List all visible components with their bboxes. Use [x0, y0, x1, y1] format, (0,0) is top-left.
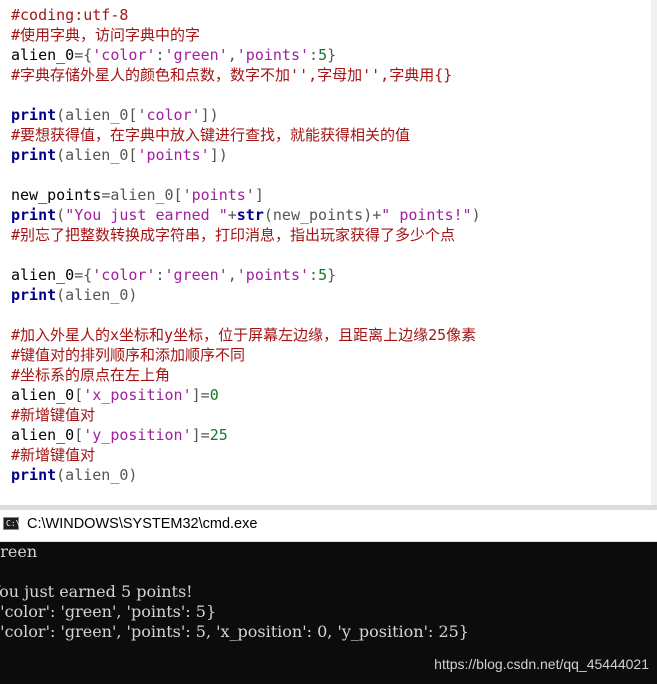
code-token: (: [56, 206, 66, 224]
code-token: #新增键值对: [11, 446, 96, 464]
code-line: #新增键值对: [11, 445, 95, 465]
code-token: 'points': [182, 186, 255, 204]
code-token: #coding:utf-8: [11, 6, 129, 24]
code-token: }: [327, 266, 337, 284]
code-line: print(alien_0['points']): [11, 145, 228, 165]
code-line: #字典存储外星人的颜色和点数，数字不加'',字母加'',字典用{}: [11, 65, 452, 85]
code-token: #键值对的排列顺序和添加顺序不同: [11, 346, 246, 364]
code-token: ={: [74, 46, 93, 64]
code-editor[interactable]: #coding:utf-8 #使用字典，访问字典中的字 alien_0={'colo…: [0, 0, 657, 505]
code-token: 'green': [164, 46, 228, 64]
code-token: 5: [318, 266, 328, 284]
code-token: 'color': [137, 106, 201, 124]
cmd-title: C:\WINDOWS\SYSTEM32\cmd.exe: [27, 516, 258, 532]
code-line: #使用字典，访问字典中的字: [11, 25, 200, 45]
code-token: alien_0: [11, 426, 75, 444]
code-line: #新增键值对: [11, 405, 95, 425]
code-line: alien_0['y_position']=25: [11, 425, 228, 445]
code-token: " points!": [381, 206, 472, 224]
code-token: alien_0: [11, 386, 75, 404]
code-token: alien_0: [11, 46, 75, 64]
code-token: 'points': [236, 266, 310, 284]
watermark: https://blog.csdn.net/qq_45444021: [434, 656, 649, 672]
code-token: #加入外星人的x坐标和y坐标，位于屏幕左边缘，且距离上边缘25像素: [11, 326, 477, 344]
code-token: ={: [74, 266, 93, 284]
code-token: alien_0: [11, 266, 75, 284]
console-line: green: [0, 542, 38, 561]
code-token: ]=: [191, 386, 210, 404]
code-token: :: [309, 46, 319, 64]
code-token: ]=: [191, 426, 210, 444]
code-token: "You just earned ": [65, 206, 228, 224]
cmd-window-icon: C:\: [3, 517, 21, 530]
code-token: :: [155, 46, 165, 64]
code-token: #新增键值对: [11, 406, 96, 424]
code-token: 'green': [164, 266, 228, 284]
code-token: =alien_0[: [101, 186, 183, 204]
editor-scrollbar[interactable]: [651, 0, 657, 505]
code-token: print: [11, 146, 57, 164]
code-line: print(alien_0): [11, 465, 137, 485]
code-line: #要想获得值，在字典中放入键进行查找，就能获得相关的值: [11, 125, 410, 145]
code-token: ,: [227, 266, 237, 284]
code-token: (alien_0): [56, 286, 138, 304]
code-token: print: [11, 206, 57, 224]
code-token: (alien_0[: [56, 146, 138, 164]
code-token: 'points': [137, 146, 210, 164]
code-line: new_points=alien_0['points']: [11, 185, 264, 205]
code-line: #加入外星人的x坐标和y坐标，位于屏幕左边缘，且距离上边缘25像素: [11, 325, 476, 345]
code-line: alien_0['x_position']=0: [11, 385, 219, 405]
code-token: 'x_position': [83, 386, 192, 404]
code-token: print: [11, 106, 57, 124]
code-token: #别忘了把整数转换成字符串，打印消息，指出玩家获得了多少个点: [11, 226, 456, 244]
code-token: (alien_0): [56, 466, 138, 484]
cmd-icon-glyph: C:\: [6, 519, 21, 528]
code-token: ]: [254, 186, 264, 204]
code-token: #要想获得值，在字典中放入键进行查找，就能获得相关的值: [11, 126, 411, 144]
code-token: str: [236, 206, 264, 224]
code-line: alien_0={'color':'green','points':5}: [11, 265, 336, 285]
code-line: print(alien_0): [11, 285, 137, 305]
code-line: alien_0={'color':'green','points':5}: [11, 45, 336, 65]
console-line: {'color': 'green', 'points': 5, 'x_posit…: [0, 622, 469, 641]
code-token: print: [11, 286, 57, 304]
code-token: #字典存储外星人的颜色和点数，数字不加'',字母加'',字典用{}: [11, 66, 453, 84]
code-token: ]): [209, 146, 228, 164]
code-token: (new_points)+: [263, 206, 382, 224]
code-token: #坐标系的原点在左上角: [11, 366, 171, 384]
code-token: ): [471, 206, 481, 224]
code-token: print: [11, 466, 57, 484]
code-line: #键值对的排列顺序和添加顺序不同: [11, 345, 245, 365]
console-line: You just earned 5 points!: [0, 582, 193, 601]
code-token: 'points': [236, 46, 310, 64]
code-token: :: [155, 266, 165, 284]
code-token: +: [227, 206, 237, 224]
code-token: ]): [200, 106, 219, 124]
code-token: 'color': [92, 46, 156, 64]
code-token: (alien_0[: [56, 106, 138, 124]
code-token: 5: [318, 46, 328, 64]
code-token: [: [74, 426, 84, 444]
code-token: 'color': [92, 266, 156, 284]
code-line: #别忘了把整数转换成字符串，打印消息，指出玩家获得了多少个点: [11, 225, 455, 245]
code-token: ,: [227, 46, 237, 64]
code-token: 0: [209, 386, 219, 404]
code-token: :: [309, 266, 319, 284]
code-token: new_points: [11, 186, 102, 204]
code-line: #坐标系的原点在左上角: [11, 365, 170, 385]
console-output[interactable]: green 5 You just earned 5 points! {'colo…: [0, 542, 657, 684]
code-token: }: [327, 46, 337, 64]
console-line: {'color': 'green', 'points': 5}: [0, 602, 217, 621]
cmd-titlebar[interactable]: C:\ C:\WINDOWS\SYSTEM32\cmd.exe: [0, 510, 657, 542]
code-token: 'y_position': [83, 426, 192, 444]
code-line: print("You just earned "+str(new_points)…: [11, 205, 481, 225]
code-line: #coding:utf-8: [11, 5, 128, 25]
code-token: [: [74, 386, 84, 404]
code-token: 25: [209, 426, 228, 444]
code-token: #使用字典，访问字典中的字: [11, 26, 201, 44]
code-line: print(alien_0['color']): [11, 105, 219, 125]
